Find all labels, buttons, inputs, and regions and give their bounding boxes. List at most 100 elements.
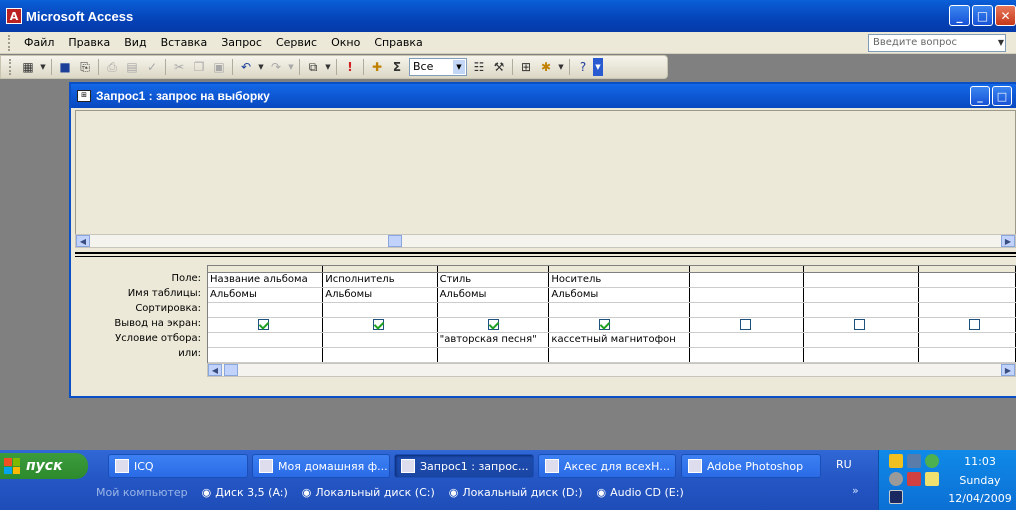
or-cell[interactable] — [208, 347, 324, 363]
show-checkbox[interactable] — [258, 318, 269, 330]
scroll-thumb[interactable] — [388, 235, 402, 247]
show-cell[interactable] — [322, 317, 438, 333]
show-checkbox[interactable] — [968, 318, 980, 330]
menu-view[interactable]: Вид — [117, 36, 153, 49]
criteria-cell[interactable] — [803, 332, 919, 348]
scroll-left-icon[interactable]: ◀ — [76, 235, 90, 247]
sort-cell[interactable] — [322, 302, 438, 318]
criteria-cell[interactable] — [208, 332, 324, 348]
show-cell[interactable] — [689, 317, 805, 333]
show-checkbox[interactable] — [740, 318, 752, 330]
show-table-icon[interactable]: ✚ — [367, 58, 387, 76]
query-minimize-button[interactable]: _ — [970, 86, 990, 106]
quick-launch-item[interactable]: ◉Мой компьютер — [96, 486, 188, 499]
ask-question-input[interactable]: Введите вопрос ▼ — [868, 34, 1006, 52]
maximize-button[interactable]: □ — [972, 5, 993, 26]
scroll-left-icon[interactable]: ◀ — [208, 364, 222, 376]
table-cell[interactable]: Альбомы — [208, 287, 324, 303]
sort-cell[interactable] — [918, 302, 1016, 318]
sort-cell[interactable] — [803, 302, 919, 318]
or-cell[interactable] — [689, 347, 805, 363]
sort-cell[interactable] — [548, 302, 691, 318]
totals-icon[interactable]: Σ — [387, 58, 407, 76]
table-cell[interactable] — [689, 287, 805, 303]
show-checkbox[interactable] — [599, 318, 611, 330]
view-grid-icon[interactable]: ▦ — [18, 58, 38, 76]
access-app-icon[interactable]: A — [6, 8, 22, 24]
menu-help[interactable]: Справка — [367, 36, 429, 49]
toolbar-options-icon[interactable]: ▼ — [593, 58, 603, 76]
taskbar-button[interactable]: Adobe Photoshop — [681, 454, 821, 478]
run-icon[interactable]: ! — [340, 58, 360, 76]
show-checkbox[interactable] — [373, 318, 385, 330]
search-file-icon[interactable]: ⎘ — [75, 58, 95, 76]
table-cell[interactable] — [918, 287, 1016, 303]
taskbar-button[interactable]: Моя домашняя ф... — [252, 454, 390, 478]
field-cell[interactable]: Название альбома — [208, 272, 324, 288]
or-cell[interactable] — [548, 347, 691, 363]
or-cell[interactable] — [437, 347, 550, 363]
show-checkbox[interactable] — [854, 318, 866, 330]
criteria-cell[interactable]: кассетный магнитофон — [548, 332, 691, 348]
undo-dropdown-icon[interactable]: ▼ — [256, 58, 266, 76]
menu-tools[interactable]: Сервис — [269, 36, 324, 49]
view-dropdown-icon[interactable]: ▼ — [38, 58, 48, 76]
language-indicator[interactable]: RU — [836, 458, 852, 471]
taskbar-button[interactable]: Запрос1 : запрос... — [394, 454, 534, 478]
save-icon[interactable]: ■ — [55, 58, 75, 76]
taskbar-button[interactable]: Аксес для всехН... — [538, 454, 676, 478]
redo-icon[interactable]: ↷ — [266, 58, 286, 76]
or-cell[interactable] — [803, 347, 919, 363]
paste-icon[interactable]: ▣ — [209, 58, 229, 76]
security-shield-icon[interactable] — [889, 454, 903, 468]
pane-splitter[interactable] — [75, 252, 1016, 257]
show-checkbox[interactable] — [487, 318, 499, 330]
taskbar-button[interactable]: ICQ — [108, 454, 248, 478]
query-type-dropdown-icon[interactable]: ▼ — [323, 58, 333, 76]
properties-icon[interactable]: ☷ — [469, 58, 489, 76]
field-cell[interactable]: Исполнитель — [322, 272, 438, 288]
table-cell[interactable]: Альбомы — [437, 287, 550, 303]
help-icon[interactable]: ? — [573, 58, 593, 76]
spelling-icon[interactable]: ✓ — [142, 58, 162, 76]
quick-launch-item[interactable]: ◉ Локальный диск (C:) — [302, 486, 435, 499]
criteria-cell[interactable] — [689, 332, 805, 348]
show-cell[interactable] — [437, 317, 550, 333]
scroll-right-icon[interactable]: ▶ — [1001, 364, 1015, 376]
quick-launch-item[interactable]: ◉ Audio CD (E:) — [596, 486, 683, 499]
build-icon[interactable]: ⚒ — [489, 58, 509, 76]
menu-file[interactable]: Файл — [17, 36, 61, 49]
undo-icon[interactable]: ↶ — [236, 58, 256, 76]
new-object-dropdown-icon[interactable]: ▼ — [556, 58, 566, 76]
menu-query[interactable]: Запрос — [214, 36, 269, 49]
criteria-cell[interactable] — [918, 332, 1016, 348]
show-cell[interactable] — [918, 317, 1016, 333]
icq-tray-icon[interactable] — [925, 454, 939, 468]
monitor-tray-icon[interactable] — [889, 490, 903, 504]
print-icon[interactable]: ⎙ — [102, 58, 122, 76]
field-cell[interactable]: Носитель — [548, 272, 691, 288]
criteria-cell[interactable] — [322, 332, 438, 348]
database-window-icon[interactable]: ⊞ — [516, 58, 536, 76]
cut-icon[interactable]: ✂ — [169, 58, 189, 76]
criteria-cell[interactable]: "авторская песня" — [437, 332, 550, 348]
table-pane[interactable] — [75, 110, 1016, 236]
menu-insert[interactable]: Вставка — [154, 36, 215, 49]
menubar-grip-handle[interactable] — [8, 34, 11, 51]
start-button[interactable]: пуск — [0, 453, 88, 479]
table-cell[interactable]: Альбомы — [548, 287, 691, 303]
chevron-down-icon[interactable]: ▼ — [453, 60, 465, 74]
redo-dropdown-icon[interactable]: ▼ — [286, 58, 296, 76]
scroll-right-icon[interactable]: ▶ — [1001, 235, 1015, 247]
table-pane-scrollbar[interactable]: ◀ ▶ — [75, 234, 1016, 248]
quick-launch-item[interactable]: ◉ Диск 3,5 (A:) — [202, 486, 288, 499]
sort-cell[interactable] — [208, 302, 324, 318]
chevron-down-icon[interactable]: ▼ — [998, 38, 1004, 47]
network-icon[interactable] — [907, 454, 921, 468]
volume-icon[interactable] — [889, 472, 903, 486]
table-cell[interactable] — [803, 287, 919, 303]
copy-icon[interactable]: ❐ — [189, 58, 209, 76]
show-cell[interactable] — [208, 317, 324, 333]
minimize-button[interactable]: _ — [949, 5, 970, 26]
or-cell[interactable] — [322, 347, 438, 363]
